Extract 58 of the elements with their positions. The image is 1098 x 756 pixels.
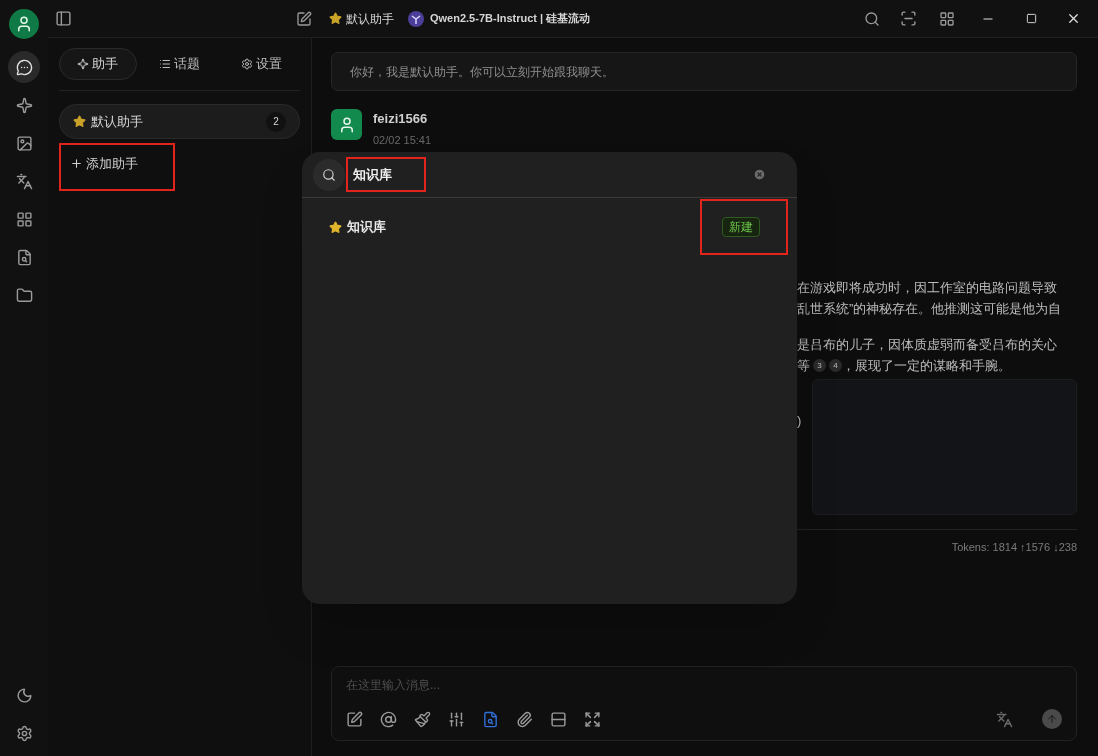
- grid-icon[interactable]: [939, 10, 955, 27]
- search-icon: [313, 158, 345, 191]
- chat-icon[interactable]: [8, 51, 40, 83]
- model-name[interactable]: Qwen2.5-7B-Instruct | 硅基流动: [430, 10, 591, 27]
- star-icon: [73, 115, 86, 128]
- scan-icon[interactable]: [900, 10, 917, 27]
- list-icon: [159, 58, 171, 70]
- theme-icon[interactable]: [15, 687, 33, 704]
- search-icon[interactable]: [864, 10, 880, 27]
- message-text: 等: [797, 357, 810, 375]
- sparkle-icon: [77, 58, 90, 70]
- maximize-icon[interactable]: [1026, 13, 1037, 24]
- clear-icon[interactable]: [753, 168, 766, 181]
- greeting-message: 你好，我是默认助手。你可以立刻开始跟我聊天。: [331, 52, 1077, 91]
- sidebar-tab[interactable]: 助手: [59, 48, 137, 80]
- settings-icon[interactable]: [15, 725, 33, 742]
- message-time: 02/02 15:41: [373, 132, 432, 148]
- user-avatar[interactable]: [9, 9, 39, 39]
- search-field[interactable]: 知识库: [346, 157, 426, 192]
- at-sign-icon[interactable]: [380, 710, 397, 728]
- sidebar-tab[interactable]: 设置: [222, 48, 300, 80]
- paperclip-icon[interactable]: [516, 710, 533, 728]
- translate-icon[interactable]: [996, 710, 1013, 728]
- message-text: 是吕布的儿子，因体质虚弱而备受吕布的关心: [797, 336, 1057, 354]
- sliders-icon[interactable]: [448, 710, 465, 728]
- brush-icon[interactable]: [414, 710, 431, 728]
- message-text: 在游戏即将成功时，因工作室的电路问题导致: [797, 279, 1057, 297]
- new-button[interactable]: 新建: [722, 217, 760, 237]
- plus-icon: [70, 157, 83, 171]
- edit-icon[interactable]: [346, 710, 363, 728]
- document-search-icon[interactable]: [482, 710, 499, 728]
- new-chat-icon[interactable]: [296, 10, 312, 27]
- star-icon: [329, 12, 342, 25]
- message-text: ，展现了一定的谋略和手腕。: [842, 357, 1011, 375]
- user-name: feizi1566: [373, 110, 429, 128]
- message-text: 乱世系统”的神秘存在。他推测这可能是他为自: [797, 300, 1062, 318]
- settings-icon: [240, 58, 253, 70]
- message-input-box[interactable]: 在这里输入消息...: [331, 666, 1077, 741]
- assistant-title: 默认助手: [346, 10, 394, 28]
- sidebar-toggle-icon[interactable]: [55, 10, 72, 27]
- result-name[interactable]: 知识库: [347, 217, 386, 237]
- assistant-name: 默认助手: [91, 112, 143, 131]
- citation-marker[interactable]: 4: [829, 359, 842, 372]
- expand-icon[interactable]: [584, 710, 601, 728]
- user-avatar: [331, 109, 362, 140]
- model-logo-icon: [408, 10, 424, 27]
- sidebar-tab[interactable]: 话题: [140, 48, 219, 80]
- rows-icon[interactable]: [550, 710, 567, 728]
- citation-marker[interactable]: 3: [813, 359, 826, 372]
- assistant-item[interactable]: 默认助手 2: [59, 104, 300, 139]
- arrow-up-icon: [1046, 713, 1058, 725]
- add-assistant-button[interactable]: 添加助手: [70, 154, 138, 174]
- star-icon: [329, 220, 342, 234]
- count-badge: 2: [266, 111, 286, 132]
- code-text: ): [797, 412, 802, 430]
- token-count: Tokens: 1814 ↑1576 ↓238: [951, 540, 1077, 555]
- close-icon[interactable]: [1066, 11, 1081, 26]
- message-input[interactable]: 在这里输入消息...: [346, 676, 1062, 694]
